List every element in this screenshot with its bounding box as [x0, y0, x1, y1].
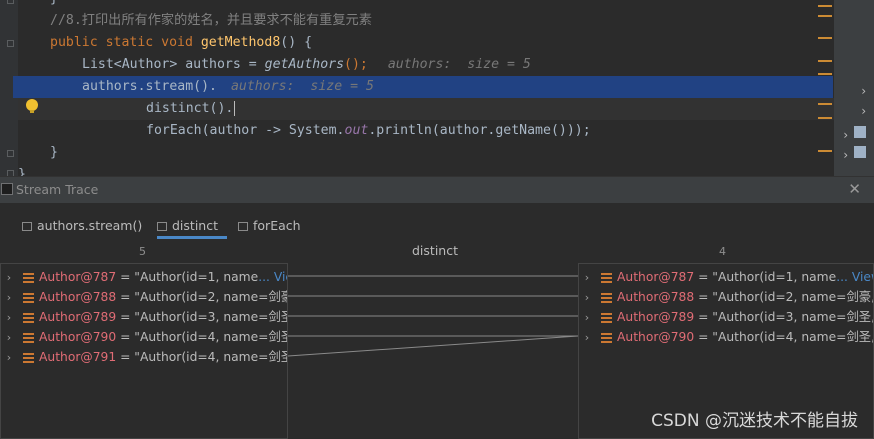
fold-marker[interactable]: [7, 0, 14, 4]
error-stripe-mark[interactable]: [818, 117, 832, 119]
chevron-right-icon[interactable]: ›: [579, 288, 595, 308]
list-item[interactable]: › Author@787 = "Author(id=1, name... View: [579, 267, 873, 288]
code-line: }: [50, 145, 58, 160]
variables-icon[interactable]: [854, 146, 866, 158]
code-line-signature: public static void getMethod8() {: [50, 35, 313, 50]
object-name: Author@790: [617, 330, 695, 344]
text-cursor: [234, 100, 236, 116]
code-line-distinct: distinct().: [146, 100, 236, 116]
chevron-right-icon[interactable]: ›: [860, 84, 867, 98]
list-item[interactable]: › Author@789 = "Author(id=3, name=剑圣, a: [579, 307, 874, 328]
object-value: = "Author(id=1, name: [694, 270, 837, 284]
chevron-right-icon[interactable]: ›: [579, 308, 595, 328]
code-line: }: [50, 0, 58, 10]
object-value: = "Author(id=4, name=剑圣, a: [694, 330, 874, 344]
field-icon: [601, 292, 612, 303]
code-line-stream: authors.stream(). authors: size = 5: [82, 79, 374, 94]
object-name: Author@787: [617, 270, 695, 284]
stream-trace-window: Stream Trace ✕ authors.stream() distinct…: [0, 176, 874, 439]
chevron-right-icon[interactable]: ›: [842, 128, 849, 142]
error-stripe-mark[interactable]: [818, 37, 832, 39]
chevron-right-icon[interactable]: ›: [579, 268, 595, 288]
field-icon: [601, 272, 612, 283]
inline-debug-hint: authors: size = 5: [387, 57, 531, 72]
watermark: CSDN @沉迷技术不能自拔: [651, 411, 858, 431]
error-stripe-mark[interactable]: [818, 73, 832, 75]
object-value: = "Author(id=2, name=剑豪, a: [694, 290, 874, 304]
object-value: = "Author(id=3, name=剑圣, a: [694, 310, 874, 324]
object-name: Author@789: [617, 310, 695, 324]
code-editor[interactable]: } //8.打印出所有作家的姓名，并且要求不能有重复元素 public stat…: [0, 0, 874, 176]
error-stripe-mark[interactable]: [818, 15, 832, 17]
chevron-right-icon[interactable]: ›: [842, 148, 849, 162]
fold-marker[interactable]: [7, 150, 14, 157]
code-line: }: [18, 167, 26, 176]
error-stripe-mark[interactable]: [818, 60, 832, 62]
object-name: Author@788: [617, 290, 695, 304]
lightbulb-icon[interactable]: [26, 99, 38, 113]
code-line-foreach: forEach(author -> System.out.println(aut…: [146, 123, 591, 138]
field-icon: [601, 332, 612, 343]
error-stripe-mark[interactable]: [818, 103, 832, 105]
field-icon: [601, 312, 612, 323]
inline-debug-hint: authors: size = 5: [230, 79, 374, 94]
current-line-highlight: [18, 98, 834, 120]
code-line-authors: List<Author> authors = getAuthors(); auth…: [82, 57, 531, 72]
side-panel-strip: › › › ›: [834, 0, 874, 176]
fold-marker[interactable]: [7, 40, 14, 47]
code-comment: //8.打印出所有作家的姓名，并且要求不能有重复元素: [50, 13, 372, 28]
error-stripe-mark[interactable]: [818, 5, 832, 7]
variables-icon[interactable]: [854, 126, 866, 138]
chevron-right-icon[interactable]: ›: [579, 328, 595, 348]
error-stripe-mark[interactable]: [818, 150, 832, 152]
chevron-right-icon[interactable]: ›: [860, 104, 867, 118]
list-item[interactable]: › Author@790 = "Author(id=4, name=剑圣, a: [579, 327, 874, 348]
view-link[interactable]: ... View: [836, 270, 873, 284]
list-item[interactable]: › Author@788 = "Author(id=2, name=剑豪, a: [579, 287, 874, 308]
mapping-line: [287, 335, 579, 357]
